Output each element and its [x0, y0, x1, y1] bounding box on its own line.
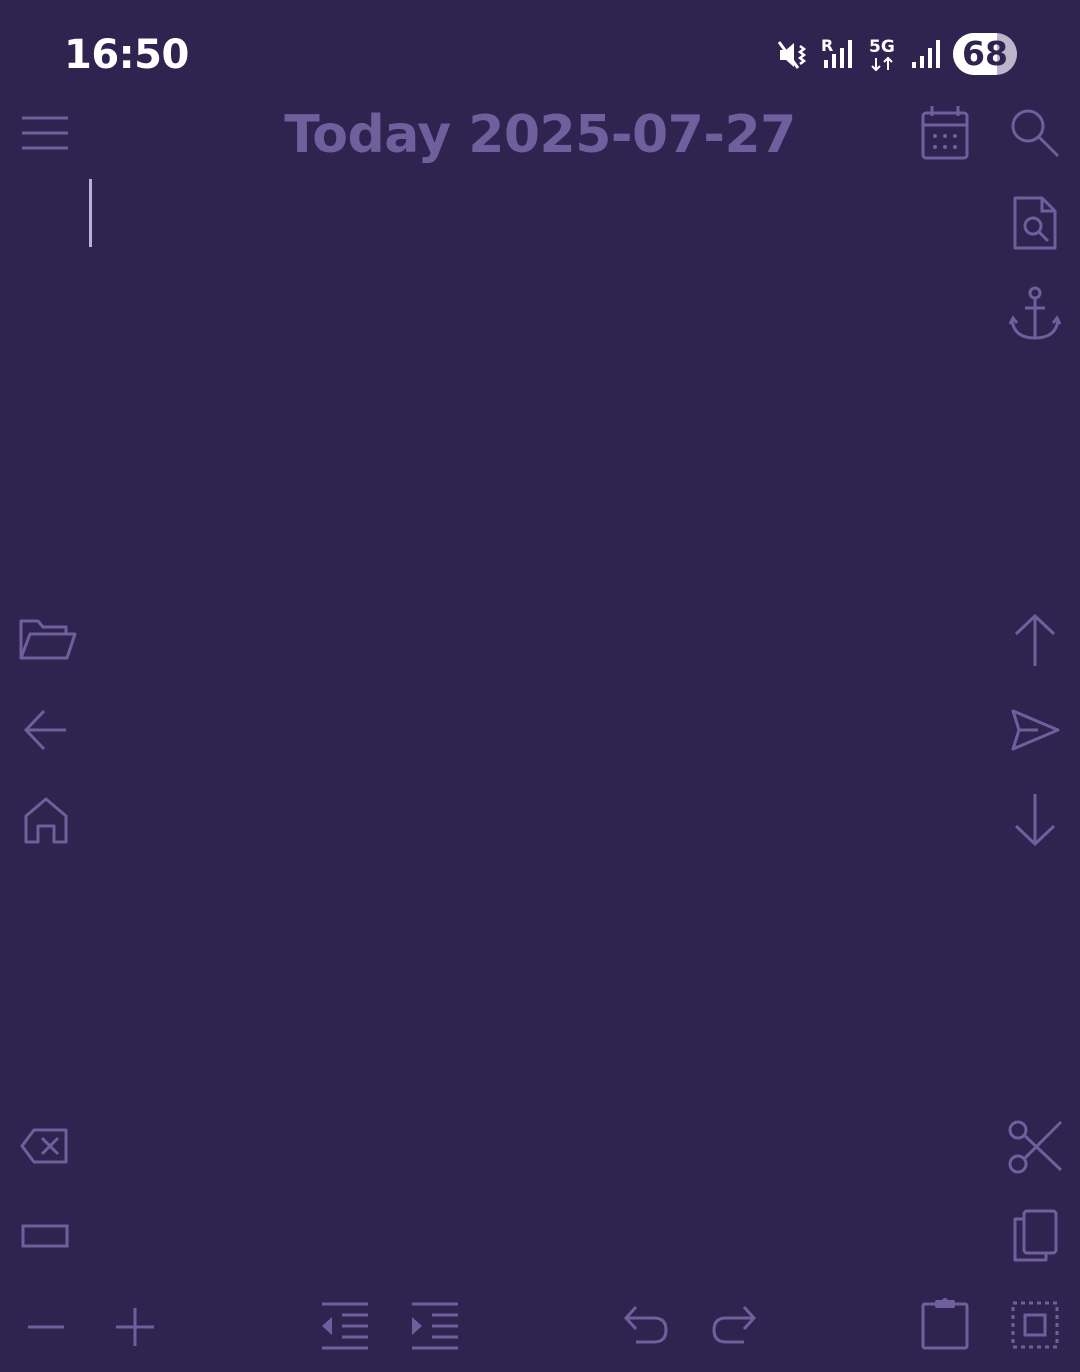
paste-icon[interactable]	[920, 1296, 970, 1352]
roaming-signal-icon: R	[820, 36, 856, 76]
indent-icon[interactable]	[410, 1300, 460, 1352]
menu-icon[interactable]	[20, 114, 70, 152]
anchor-icon[interactable]	[1008, 284, 1062, 342]
zoom-in-icon[interactable]	[114, 1306, 156, 1348]
app-screen: 16:50 R 5G 68 Today 2025-07-27	[0, 0, 1080, 1372]
calendar-icon[interactable]	[918, 104, 972, 162]
svg-text:R: R	[821, 36, 833, 55]
arrow-left-icon[interactable]	[22, 708, 70, 752]
copy-icon[interactable]	[1010, 1208, 1060, 1264]
outdent-icon[interactable]	[320, 1300, 370, 1352]
search-document-icon[interactable]	[1010, 194, 1060, 252]
redo-icon[interactable]	[710, 1304, 758, 1346]
svg-text:5G: 5G	[869, 37, 895, 57]
home-icon[interactable]	[22, 796, 70, 846]
page-title[interactable]: Today 2025-07-27	[240, 102, 840, 168]
arrow-down-icon[interactable]	[1012, 792, 1058, 848]
send-icon[interactable]	[1008, 706, 1062, 754]
5g-data-icon: 5G	[866, 36, 900, 78]
signal-icon	[910, 38, 942, 74]
text-cursor	[89, 179, 92, 247]
search-icon[interactable]	[1008, 106, 1062, 160]
zoom-out-icon[interactable]	[26, 1312, 66, 1342]
arrow-up-icon[interactable]	[1012, 612, 1058, 668]
status-time: 16:50	[64, 32, 189, 78]
battery-percentage: 68	[962, 34, 1008, 73]
battery-icon: 68	[953, 33, 1017, 75]
folder-open-icon[interactable]	[18, 616, 78, 664]
backspace-icon[interactable]	[20, 1126, 70, 1166]
vibrate-mute-icon	[776, 38, 810, 76]
undo-icon[interactable]	[622, 1304, 670, 1346]
cut-icon[interactable]	[1006, 1118, 1064, 1176]
select-all-icon[interactable]	[1010, 1300, 1060, 1350]
space-bar-icon[interactable]	[20, 1222, 70, 1250]
